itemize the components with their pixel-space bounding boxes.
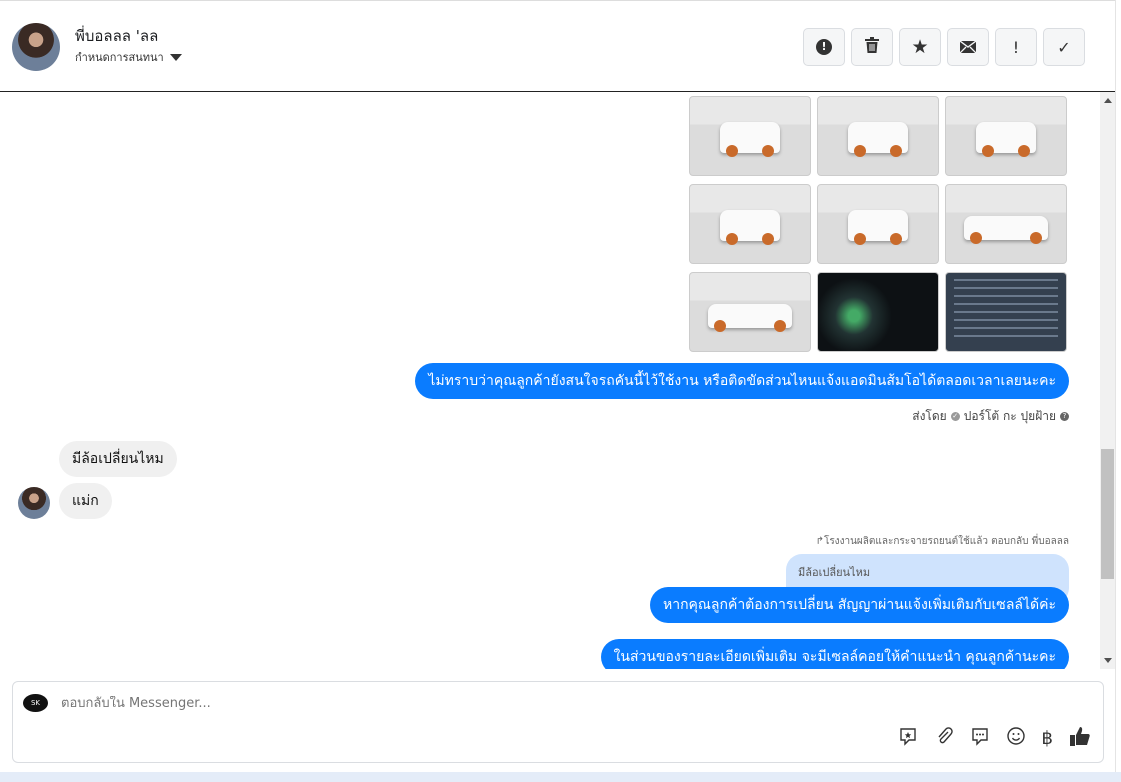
car-photo[interactable] bbox=[945, 184, 1067, 264]
quick-reply-icon[interactable] bbox=[970, 726, 990, 751]
scroll-down-icon[interactable] bbox=[1104, 658, 1112, 663]
important-button[interactable]: ! bbox=[995, 28, 1037, 66]
help-icon[interactable]: ? bbox=[1060, 412, 1069, 421]
spec-sheet-image[interactable] bbox=[945, 272, 1067, 352]
scroll-thumb[interactable] bbox=[1101, 449, 1114, 579]
contact-avatar[interactable] bbox=[12, 23, 60, 71]
star-icon: ★ bbox=[911, 36, 929, 58]
contact-name[interactable]: พี่บอลลล 'ลล bbox=[75, 24, 158, 48]
scroll-up-icon[interactable] bbox=[1104, 98, 1112, 103]
toolbar: ! ★ ! ✓ bbox=[803, 28, 1085, 66]
car-photo[interactable] bbox=[689, 96, 811, 176]
received-message[interactable]: มีล้อเปลี่ยนไหม bbox=[59, 441, 177, 477]
conversation-settings-label: กำหนดการสนทนา bbox=[75, 51, 164, 64]
car-photo[interactable] bbox=[689, 184, 811, 264]
sent-message[interactable]: ไม่ทราบว่าคุณลูกค้ายังสนใจรถคันนี้ไว้ใช้… bbox=[415, 363, 1069, 399]
sent-by-label: ส่งโดย bbox=[912, 409, 947, 423]
car-photo[interactable] bbox=[689, 272, 811, 352]
sent-message[interactable]: ในส่วนของรายละเอียดเพิ่มเติม จะมีเซลล์คอ… bbox=[600, 639, 1069, 669]
envelope-icon bbox=[959, 38, 977, 57]
car-photo[interactable] bbox=[945, 96, 1067, 176]
exclamation-icon: ! bbox=[1012, 37, 1020, 57]
photo-grid bbox=[689, 96, 1067, 352]
message-list: ไม่ทราบว่าคุณลูกค้ายังสนใจรถคันนี้ไว้ใช้… bbox=[0, 92, 1100, 669]
reply-input[interactable] bbox=[61, 696, 861, 711]
bottom-strip bbox=[0, 772, 1121, 782]
car-photo[interactable] bbox=[817, 96, 939, 176]
received-message[interactable]: แม่ก bbox=[59, 483, 112, 519]
conversation-header: พี่บอลลล 'ลล กำหนดการสนทนา ! ★ ! ✓ bbox=[0, 3, 1115, 92]
delete-button[interactable] bbox=[851, 28, 893, 66]
verified-icon: ✓ bbox=[950, 412, 960, 421]
spam-button[interactable]: ! bbox=[803, 28, 845, 66]
composer: SK ฿ bbox=[12, 681, 1104, 763]
star-button[interactable]: ★ bbox=[899, 28, 941, 66]
attachment-icon[interactable] bbox=[934, 726, 954, 751]
conversation-settings-dropdown[interactable]: กำหนดการสนทนา bbox=[75, 48, 182, 66]
car-photo[interactable] bbox=[817, 184, 939, 264]
check-icon: ✓ bbox=[1057, 37, 1071, 57]
chat-scrollbar[interactable] bbox=[1100, 92, 1115, 669]
composer-actions: ฿ bbox=[898, 725, 1091, 752]
thumbs-up-icon[interactable] bbox=[1069, 725, 1091, 752]
payment-baht-icon[interactable]: ฿ bbox=[1042, 728, 1053, 749]
sent-message[interactable]: หากคุณลูกค้าต้องการเปลี่ยน สัญญาผ่านแจ้ง… bbox=[649, 587, 1069, 623]
saved-reply-icon[interactable] bbox=[898, 726, 918, 751]
trash-icon bbox=[865, 37, 879, 57]
alert-circle-icon: ! bbox=[816, 39, 832, 55]
mark-unread-button[interactable] bbox=[947, 28, 989, 66]
contact-avatar-small bbox=[18, 487, 50, 519]
mark-done-button[interactable]: ✓ bbox=[1043, 28, 1085, 66]
caret-down-icon bbox=[169, 53, 182, 61]
sent-by-info: ส่งโดย ✓ ปอร์โต้ กะ ปุยฝ้าย ? bbox=[912, 407, 1069, 426]
dashboard-photo[interactable] bbox=[817, 272, 939, 352]
emoji-icon[interactable] bbox=[1006, 726, 1026, 751]
sender-name[interactable]: ปอร์โต้ กะ ปุยฝ้าย bbox=[964, 407, 1056, 426]
page-logo: SK bbox=[23, 694, 48, 712]
reply-note: ↱โรงงานผลิตและกระจายรถยนต์ใช้แล้ว ตอบกลั… bbox=[815, 536, 1069, 547]
page-edge bbox=[1115, 0, 1121, 772]
